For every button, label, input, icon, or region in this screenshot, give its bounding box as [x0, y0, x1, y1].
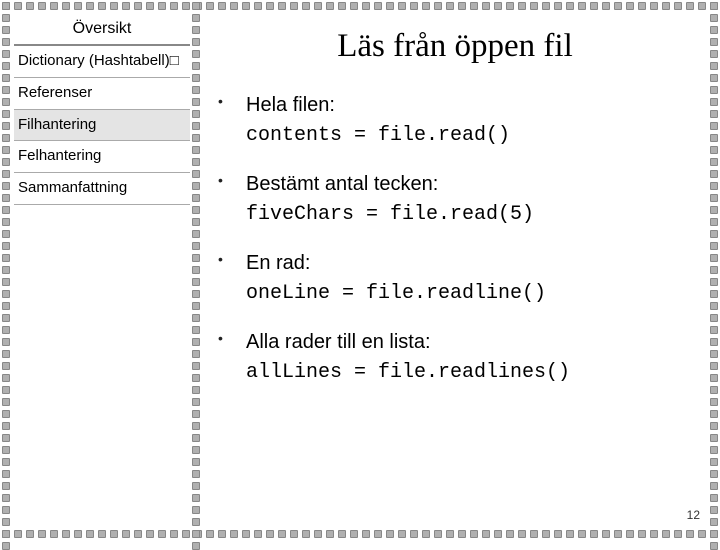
bullet-list: Hela filen: contents = file.read() Bestä…: [210, 91, 700, 387]
page-title: Läs från öppen fil: [210, 28, 700, 65]
bullet-item: Alla rader till en lista: allLines = fil…: [210, 328, 700, 387]
border-dots-right: [710, 0, 720, 540]
border-dots-divider: [192, 0, 202, 540]
border-dots-left: [2, 0, 12, 540]
sidebar-item-dictionary[interactable]: Dictionary (Hashtabell)□: [14, 46, 190, 78]
sidebar-item-sammanfattning[interactable]: Sammanfattning: [14, 173, 190, 205]
sidebar-item-referenser[interactable]: Referenser: [14, 78, 190, 110]
bullet-item: Bestämt antal tecken: fiveChars = file.r…: [210, 170, 700, 229]
page-number: 12: [687, 508, 700, 522]
border-dots-bottom: [0, 530, 720, 540]
bullet-text: Hela filen:: [246, 94, 335, 116]
bullet-code: oneLine = file.readline(): [246, 282, 546, 305]
bullet-item: Hela filen: contents = file.read(): [210, 91, 700, 150]
main-content: Läs från öppen fil Hela filen: contents …: [210, 28, 700, 407]
sidebar-item-felhantering[interactable]: Felhantering: [14, 141, 190, 173]
sidebar-item-filhantering[interactable]: Filhantering: [14, 110, 190, 142]
bullet-text: En rad:: [246, 252, 310, 274]
bullet-text: Alla rader till en lista:: [246, 331, 431, 353]
border-dots-top: [0, 2, 720, 12]
sidebar: Översikt Dictionary (Hashtabell)□ Refere…: [14, 16, 190, 205]
bullet-code: fiveChars = file.read(5): [246, 203, 534, 226]
bullet-code: contents = file.read(): [246, 124, 510, 147]
bullet-text: Bestämt antal tecken:: [246, 173, 438, 195]
bullet-code: allLines = file.readlines(): [246, 361, 570, 384]
sidebar-title: Översikt: [14, 16, 190, 46]
bullet-item: En rad: oneLine = file.readline(): [210, 249, 700, 308]
